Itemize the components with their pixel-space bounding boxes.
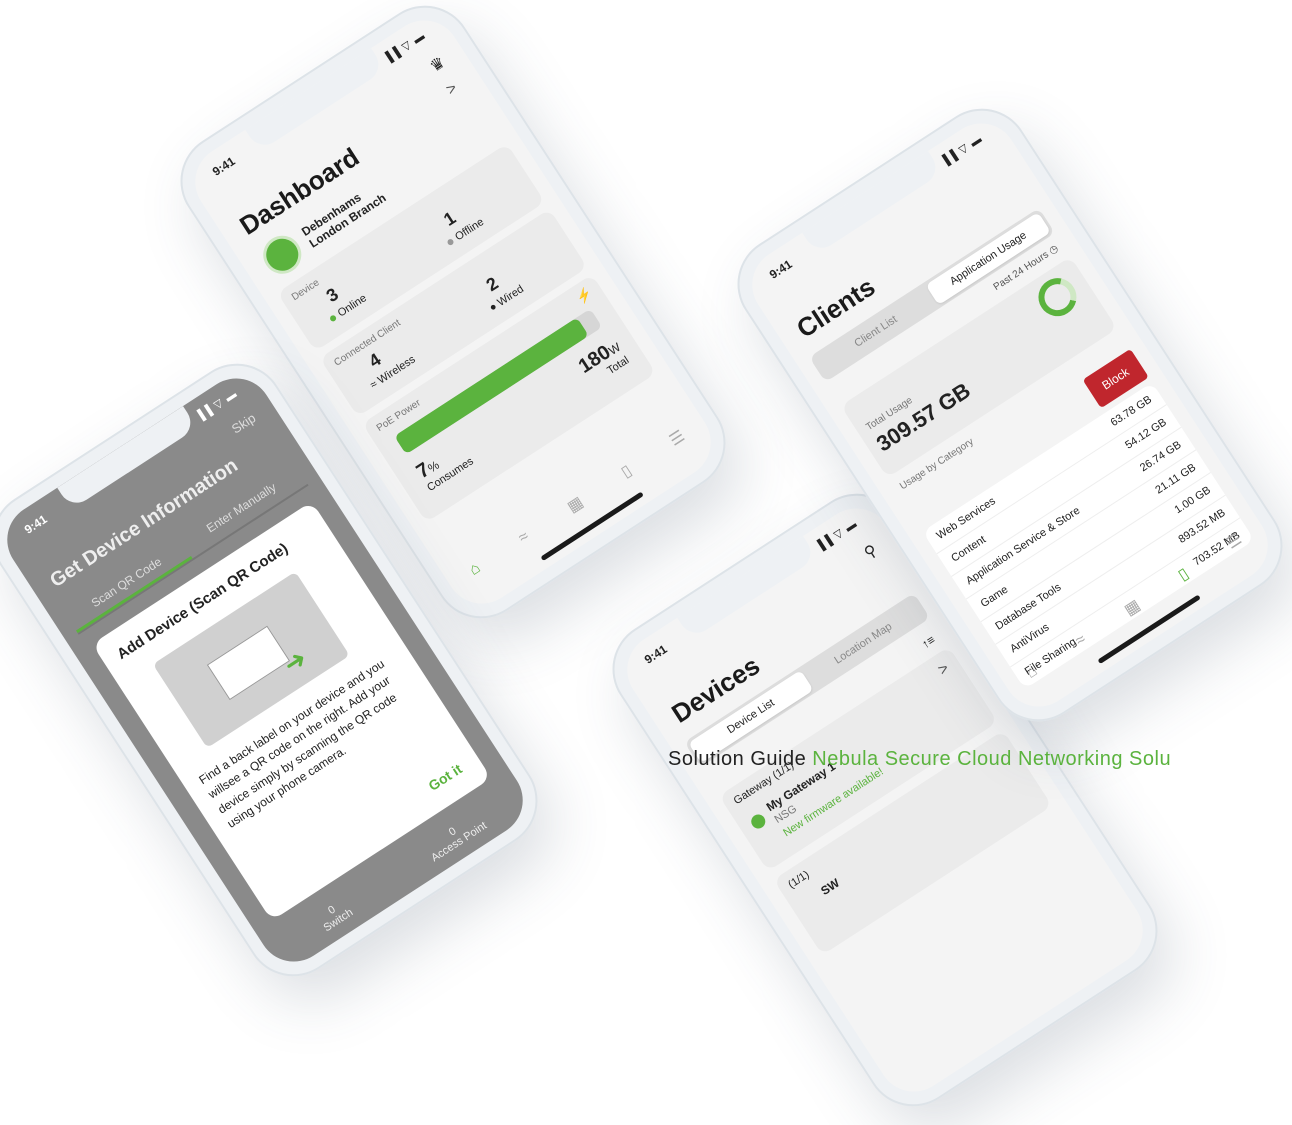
- status-time: 9:41: [641, 641, 670, 667]
- search-icon[interactable]: ⚲: [860, 540, 881, 563]
- home-tab-icon[interactable]: ⌂: [466, 559, 484, 579]
- offline-count: 1: [440, 207, 460, 230]
- signal-wifi-battery-icon: ▐▐ ▽ ▬: [381, 29, 428, 66]
- signal-wifi-battery-icon: ▐▐ ▽ ▬: [813, 517, 860, 554]
- footer-caption: Solution Guide Nebula Secure Cloud Netwo…: [668, 748, 1171, 771]
- notch: [802, 151, 943, 255]
- offline-label: Offline: [453, 216, 487, 244]
- sort-icon[interactable]: ↑≡: [919, 632, 938, 651]
- skip-link[interactable]: Skip: [229, 410, 258, 436]
- menu-tab-icon[interactable]: ☰: [666, 426, 689, 451]
- notch: [677, 536, 818, 640]
- signal-wifi-battery-icon: ▐▐ ▽ ▬: [938, 132, 985, 169]
- arrow-icon: ➜: [277, 642, 313, 680]
- wired-count: 2: [482, 273, 502, 296]
- footer-subtitle: Nebula Secure Cloud Networking Solu: [812, 748, 1172, 770]
- poe-total: 180W Total: [575, 335, 632, 389]
- lightning-icon: ⚡: [573, 284, 595, 307]
- wireless-tab-icon[interactable]: ≈: [1072, 631, 1089, 651]
- notification-bell-icon[interactable]: ♛: [426, 52, 449, 77]
- device2-name: SW: [818, 875, 843, 899]
- gateway-tab-icon[interactable]: ▦: [1120, 595, 1144, 620]
- menu-tab-icon[interactable]: ☰: [1223, 529, 1246, 554]
- online-label: Online: [335, 292, 369, 320]
- group-switch-label: (1/1): [786, 868, 812, 891]
- signal-wifi-battery-icon: ▐▐ ▽ ▬: [193, 387, 240, 424]
- status-time: 9:41: [766, 256, 795, 282]
- usage-donut-icon: [1031, 270, 1084, 324]
- device-tab-icon[interactable]: ▯: [617, 460, 635, 482]
- chevron-right-icon[interactable]: >: [443, 80, 461, 100]
- online-count: 3: [322, 283, 342, 307]
- online-dot-icon: [329, 314, 338, 323]
- poe-consumes: 7% Consumes: [413, 436, 476, 494]
- gateway-status-icon: [748, 811, 768, 832]
- home-tab-icon[interactable]: ⌂: [1023, 662, 1041, 682]
- status-time: 9:41: [209, 153, 238, 179]
- device-tab-icon[interactable]: ▯: [1174, 563, 1192, 585]
- site-icon: [255, 228, 309, 282]
- got-it-button[interactable]: Got it: [425, 761, 464, 794]
- stat-access-point: 0 Access Point: [423, 810, 489, 865]
- footer-label: Solution Guide: [668, 748, 807, 770]
- stat-switch: 0 Switch: [315, 896, 356, 935]
- wireless-label: Wireless: [375, 353, 418, 387]
- wireless-tab-icon[interactable]: ≈: [515, 528, 532, 548]
- clock-icon: ◷: [1047, 243, 1061, 257]
- notch: [245, 48, 386, 152]
- status-time: 9:41: [21, 511, 50, 537]
- device-label: Device: [289, 277, 322, 304]
- wireless-count: 4: [365, 349, 385, 372]
- label-sticker: [206, 625, 291, 701]
- gateway-tab-icon[interactable]: ▦: [563, 492, 587, 517]
- chevron-right-icon[interactable]: >: [935, 660, 953, 680]
- offline-dot-icon: [446, 238, 455, 247]
